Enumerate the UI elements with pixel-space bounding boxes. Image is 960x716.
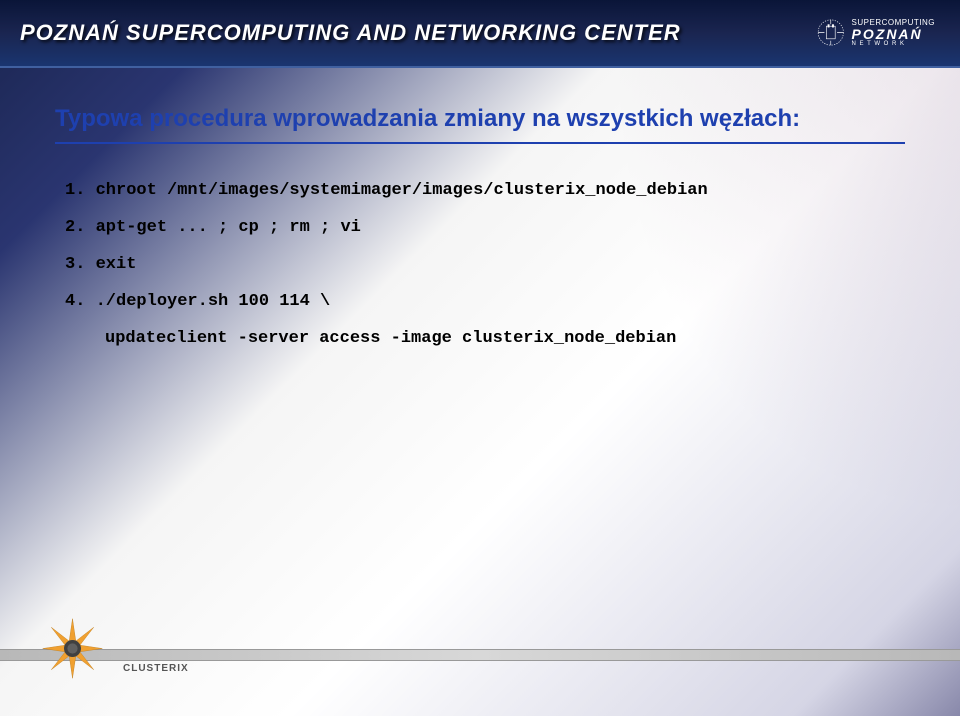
code-line-4: 4. ./deployer.sh 100 114 \	[65, 285, 905, 319]
header-logo-text: SUPERCOMPUTING POZNAŃ N E T W O R K	[852, 19, 935, 47]
code-line-2: 2. apt-get ... ; cp ; rm ; vi	[65, 211, 905, 245]
clusterix-label: CLUSTERIX	[123, 663, 189, 674]
slide-title: Typowa procedura wprowadzania zmiany na …	[55, 103, 905, 134]
logo-text-main: POZNAŃ	[852, 27, 935, 41]
logo-text-sub: N E T W O R K	[852, 41, 935, 47]
header-bar: POZNAŃ SUPERCOMPUTING AND NETWORKING CEN…	[0, 0, 960, 68]
title-underline	[55, 142, 905, 144]
slide-content: Typowa procedura wprowadzania zmiany na …	[0, 68, 960, 394]
code-line-3: 3. exit	[65, 248, 905, 282]
header-title: POZNAŃ SUPERCOMPUTING AND NETWORKING CEN…	[20, 20, 681, 46]
code-block: 1. chroot /mnt/images/systemimager/image…	[55, 174, 905, 356]
footer: CLUSTERIX	[0, 591, 960, 716]
poznan-emblem-icon	[815, 10, 847, 55]
header-logo: SUPERCOMPUTING POZNAŃ N E T W O R K	[815, 10, 935, 55]
code-line-1: 1. chroot /mnt/images/systemimager/image…	[65, 174, 905, 208]
clusterix-star-icon	[30, 606, 115, 691]
code-line-5: updateclient -server access -image clust…	[65, 322, 905, 356]
clusterix-logo: CLUSTERIX	[30, 606, 189, 691]
